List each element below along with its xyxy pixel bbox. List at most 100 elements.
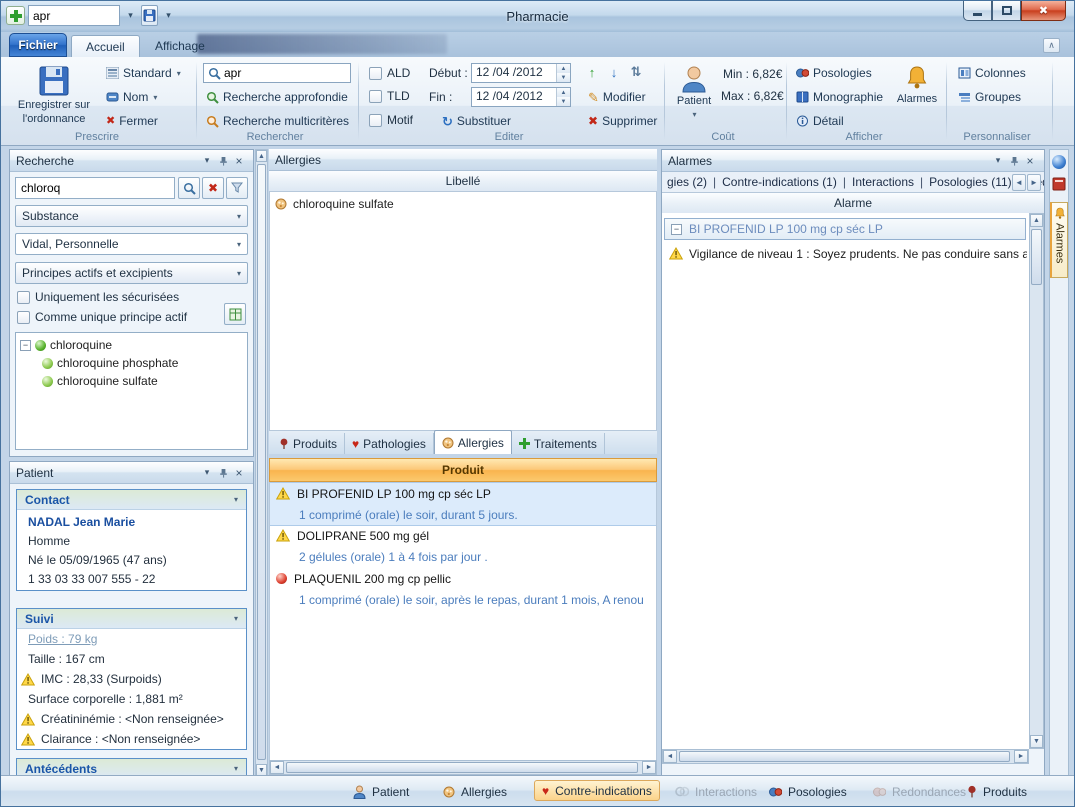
- tld-checkbox[interactable]: [369, 90, 382, 103]
- alarm-tab-contre-indications[interactable]: Contre-indications (1): [719, 175, 849, 189]
- tab-pathologies[interactable]: ♥ Pathologies: [345, 433, 434, 454]
- detail-button[interactable]: Détail: [793, 111, 847, 131]
- pin-icon[interactable]: [215, 465, 231, 480]
- allergy-row[interactable]: chloroquine sulfate: [270, 194, 656, 213]
- nom-button[interactable]: Nom▾: [103, 87, 160, 107]
- spin-up-icon[interactable]: ▲: [557, 88, 570, 97]
- tab-traitements[interactable]: Traitements: [512, 433, 605, 454]
- pin-icon[interactable]: [215, 153, 231, 168]
- grid-options-button[interactable]: [224, 303, 246, 325]
- move-up-button[interactable]: ↑: [583, 63, 601, 81]
- alarmes-dock-tab[interactable]: Alarmes: [1050, 202, 1068, 278]
- search-go-button[interactable]: [178, 177, 200, 199]
- tabs-scroll-left-button[interactable]: ◄: [1012, 174, 1026, 191]
- left-column-scrollbar[interactable]: ▲ ▼: [255, 149, 268, 777]
- close-button[interactable]: ✖: [1021, 1, 1066, 21]
- ribbon-search-box[interactable]: [203, 63, 351, 83]
- alarm-vscrollbar[interactable]: ▲ ▼: [1029, 213, 1044, 749]
- alarm-group-row[interactable]: − BI PROFENID LP 100 mg cp séc LP: [664, 218, 1026, 240]
- minimize-button[interactable]: [963, 1, 992, 21]
- product-row[interactable]: DOLIPRANE 500 mg gél 2 gélules (orale) 1…: [270, 525, 656, 567]
- secured-only-checkbox-row[interactable]: Uniquement les sécurisées: [17, 290, 179, 304]
- alarm-hscrollbar[interactable]: ◄ ►: [662, 749, 1029, 764]
- move-down-button[interactable]: ↓: [605, 63, 623, 81]
- posologies-button[interactable]: Posologies: [793, 63, 875, 83]
- alarmes-button[interactable]: Alarmes: [893, 60, 941, 132]
- tab-allergies[interactable]: Allergies: [434, 430, 512, 454]
- groupes-button[interactable]: Groupes: [955, 87, 1024, 107]
- status-contre-indications[interactable]: ♥ Contre-indications: [534, 780, 660, 801]
- search-source-select[interactable]: Vidal, Personnelle▾: [15, 233, 248, 255]
- status-produits[interactable]: Produits: [967, 781, 1027, 802]
- alarm-tab-posologies[interactable]: Posologies (11): [926, 175, 1024, 189]
- status-redondances[interactable]: Redondances: [873, 781, 966, 802]
- spin-down-icon[interactable]: ▼: [557, 97, 570, 106]
- suivi-header[interactable]: Suivi ▾: [17, 609, 246, 629]
- produit-column-header[interactable]: Produit: [269, 458, 657, 482]
- close-panel-icon[interactable]: ×: [231, 153, 247, 168]
- scrollbar-thumb[interactable]: [286, 762, 638, 773]
- fin-date-spinner[interactable]: ▲▼: [556, 88, 570, 106]
- standard-button[interactable]: Standard▾: [103, 63, 184, 83]
- save-prescription-button[interactable]: Enregistrer sur l'ordonnance: [11, 60, 97, 132]
- modifier-button[interactable]: ✎ Modifier: [585, 87, 649, 107]
- scroll-left-button[interactable]: ◄: [270, 761, 284, 774]
- spin-up-icon[interactable]: ▲: [557, 64, 570, 73]
- search-filter-button[interactable]: [226, 177, 248, 199]
- fin-date-field[interactable]: 12 /04 /2012 ▲▼: [471, 87, 571, 107]
- globe-dock-button[interactable]: [1052, 155, 1066, 169]
- colonnes-button[interactable]: Colonnes: [955, 63, 1029, 83]
- maximize-button[interactable]: [992, 1, 1021, 21]
- alarm-tab-allergies[interactable]: gies (2): [664, 175, 719, 189]
- unique-principle-checkbox-row[interactable]: Comme unique principe actif: [17, 310, 187, 324]
- book-dock-button[interactable]: [1052, 177, 1066, 194]
- scroll-right-button[interactable]: ►: [642, 761, 656, 774]
- tab-produits[interactable]: Produits: [272, 433, 345, 454]
- search-scope-select[interactable]: Principes actifs et excipients▾: [15, 262, 248, 284]
- antecedents-header[interactable]: Antécédents ▾: [17, 759, 246, 776]
- scroll-down-button[interactable]: ▼: [1030, 735, 1043, 748]
- panel-menu-icon[interactable]: ▾: [199, 153, 215, 168]
- scrollbar-thumb[interactable]: [257, 164, 266, 760]
- tree-collapse-icon[interactable]: −: [20, 340, 31, 351]
- monographie-button[interactable]: Monographie: [793, 87, 886, 107]
- product-row[interactable]: BI PROFENID LP 100 mg cp séc LP 1 compri…: [270, 482, 656, 526]
- scroll-up-button[interactable]: ▲: [256, 150, 267, 162]
- substance-search-input[interactable]: [15, 177, 175, 199]
- supprimer-button[interactable]: ✖ Supprimer: [585, 111, 660, 131]
- panel-menu-icon[interactable]: ▾: [990, 153, 1006, 168]
- status-allergies[interactable]: Allergies: [443, 781, 507, 802]
- product-row[interactable]: PLAQUENIL 200 mg cp pellic 1 comprimé (o…: [270, 568, 656, 610]
- scroll-right-button[interactable]: ►: [1014, 750, 1028, 763]
- close-panel-icon[interactable]: ×: [231, 465, 247, 480]
- close-panel-icon[interactable]: ×: [1022, 153, 1038, 168]
- scroll-up-button[interactable]: ▲: [1030, 214, 1043, 227]
- pin-icon[interactable]: [1006, 153, 1022, 168]
- poids-link[interactable]: Poids : 79 kg: [28, 632, 97, 646]
- tld-checkbox-row[interactable]: TLD: [369, 89, 410, 103]
- ribbon-search-input[interactable]: [224, 66, 336, 80]
- motif-checkbox-row[interactable]: Motif: [369, 113, 413, 127]
- patient-button[interactable]: Patient ▾: [671, 60, 717, 132]
- recherche-multicriteres-button[interactable]: Recherche multicritères: [203, 111, 352, 131]
- tree-node-child[interactable]: chloroquine phosphate: [16, 354, 247, 372]
- search-type-select[interactable]: Substance▾: [15, 205, 248, 227]
- libelle-column-header[interactable]: Libellé: [269, 171, 657, 192]
- debut-date-spinner[interactable]: ▲▼: [556, 64, 570, 82]
- ordonnance-hscrollbar[interactable]: ◄ ►: [269, 760, 657, 775]
- scrollbar-thumb[interactable]: [1031, 229, 1042, 285]
- collapse-ribbon-button[interactable]: ∧: [1043, 38, 1060, 53]
- debut-date-field[interactable]: 12 /04 /2012 ▲▼: [471, 63, 571, 83]
- secured-only-checkbox[interactable]: [17, 291, 30, 304]
- recherche-approfondie-button[interactable]: Recherche approfondie: [203, 87, 351, 107]
- fermer-button[interactable]: ✖ Fermer: [103, 111, 161, 131]
- status-posologies[interactable]: Posologies: [769, 781, 847, 802]
- scroll-left-button[interactable]: ◄: [663, 750, 677, 763]
- sort-button[interactable]: ⇅: [627, 63, 645, 81]
- tabs-scroll-right-button[interactable]: ►: [1027, 174, 1041, 191]
- tree-node-child[interactable]: chloroquine sulfate: [16, 372, 247, 390]
- tab-accueil[interactable]: Accueil: [71, 35, 140, 57]
- panel-menu-icon[interactable]: ▾: [199, 465, 215, 480]
- ald-checkbox-row[interactable]: ALD: [369, 66, 410, 80]
- search-clear-button[interactable]: ✖: [202, 177, 224, 199]
